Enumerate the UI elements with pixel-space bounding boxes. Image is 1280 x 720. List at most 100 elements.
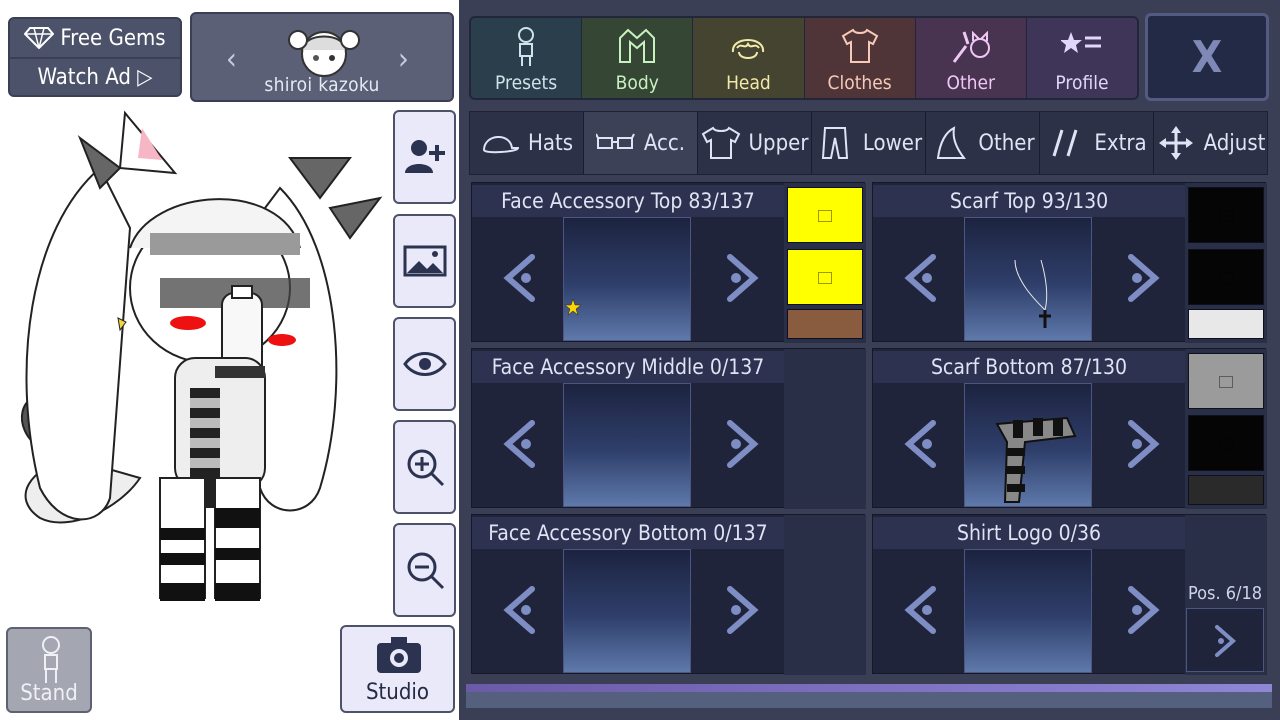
slot-title: Scarf Bottom 87/130 — [873, 351, 1185, 383]
slot-title: Scarf Top 93/130 — [873, 185, 1185, 217]
item-preview[interactable] — [964, 549, 1092, 673]
subtab-upper[interactable]: Upper — [698, 112, 812, 174]
prev-arrow-icon[interactable] — [490, 575, 550, 645]
subtab-label: Acc. — [643, 130, 686, 156]
studio-button[interactable]: Studio — [340, 625, 455, 713]
color-swatches — [784, 349, 866, 509]
slot-title: Face Accessory Top 83/137 — [472, 185, 784, 217]
position-label: Pos. 6/18 — [1188, 583, 1263, 604]
item-preview[interactable] — [964, 383, 1092, 507]
color-swatch-1[interactable] — [787, 187, 863, 243]
next-arrow-icon[interactable] — [1113, 575, 1173, 645]
sword-cat-icon — [952, 30, 990, 63]
tab-label: Body — [615, 72, 659, 94]
item-preview[interactable] — [563, 217, 691, 341]
slot-scarf-bottom: Scarf Bottom 87/130 — [872, 348, 1267, 509]
subcategory-tabs: Hats Acc. Upper Lower Other Extra Adjust — [469, 111, 1268, 175]
character-illustration — [21, 110, 383, 601]
slot-title: Shirt Logo 0/36 — [873, 517, 1185, 549]
hide-ui-button[interactable] — [393, 317, 456, 411]
character-name: shiroi kazoku — [264, 74, 380, 96]
color-swatch-2[interactable] — [1188, 415, 1264, 471]
shirt-icon — [841, 28, 878, 63]
tab-presets[interactable]: Presets — [471, 18, 583, 98]
next-arrow-icon[interactable] — [1113, 243, 1173, 313]
subtab-accessories[interactable]: Acc. — [584, 112, 698, 174]
item-preview[interactable] — [563, 549, 691, 673]
close-button[interactable]: X — [1145, 13, 1269, 101]
subtab-lower[interactable]: Lower — [812, 112, 926, 174]
prev-arrow-icon[interactable] — [891, 409, 951, 479]
next-arrow-icon[interactable] — [712, 409, 772, 479]
color-swatch-2[interactable] — [787, 249, 863, 305]
item-preview[interactable] — [964, 217, 1092, 341]
stand-button[interactable]: Stand — [6, 627, 92, 713]
color-swatches — [784, 183, 866, 343]
cross-necklace-icon — [1014, 259, 1051, 328]
tab-clothes[interactable]: Clothes — [804, 18, 916, 98]
prev-arrow-icon[interactable] — [891, 575, 951, 645]
position-next-button[interactable] — [1186, 608, 1264, 672]
tab-body[interactable]: Body — [582, 18, 694, 98]
hair-icon — [732, 39, 765, 59]
chevron-right-icon[interactable]: › — [398, 42, 409, 77]
color-swatch-3[interactable] — [1188, 475, 1264, 505]
slot-title: Face Accessory Bottom 0/137 — [472, 517, 784, 549]
color-swatches — [1185, 183, 1267, 343]
subtab-label: Extra — [1094, 130, 1147, 156]
panel-footer — [466, 692, 1272, 708]
presets-icon — [518, 27, 535, 66]
chevron-right-icon — [1215, 625, 1237, 657]
zoom-in-button[interactable] — [393, 420, 456, 514]
diamond-icon — [24, 27, 55, 49]
subtab-label: Other — [978, 130, 1035, 156]
subtab-hats[interactable]: Hats — [470, 112, 584, 174]
watch-ad-label: Watch Ad ▷ — [37, 64, 153, 90]
jacket-icon — [619, 28, 656, 63]
subtab-other[interactable]: Other — [926, 112, 1040, 174]
next-arrow-icon[interactable] — [712, 575, 772, 645]
prev-arrow-icon[interactable] — [891, 243, 951, 313]
add-user-icon — [404, 140, 445, 173]
subtab-adjust[interactable]: Adjust — [1154, 112, 1267, 174]
fin-icon — [937, 126, 967, 159]
color-swatch-3[interactable] — [787, 309, 863, 339]
glasses-icon — [595, 133, 635, 149]
watch-ad-button[interactable]: Watch Ad ▷ — [10, 57, 180, 95]
prev-arrow-icon[interactable] — [490, 409, 550, 479]
add-character-button[interactable] — [393, 110, 456, 204]
zoom-out-button[interactable] — [393, 523, 456, 617]
cap-icon — [482, 136, 519, 154]
pants-icon — [821, 127, 848, 159]
color-swatch-2[interactable] — [1188, 249, 1264, 305]
stand-label: Stand — [20, 681, 78, 706]
star-item-icon — [564, 298, 582, 316]
subtab-label: Upper — [748, 130, 809, 156]
tab-other[interactable]: Other — [915, 18, 1027, 98]
stand-pose-icon — [42, 636, 60, 683]
character-selector: ‹ › shiroi kazoku — [190, 12, 454, 102]
chevron-left-icon[interactable]: ‹ — [226, 42, 237, 77]
free-gems-button[interactable]: Free Gems — [10, 19, 180, 57]
slot-face-accessory-bottom: Face Accessory Bottom 0/137 — [471, 514, 866, 675]
slot-scarf-top: Scarf Top 93/130 — [872, 182, 1267, 343]
color-swatch-1[interactable] — [1188, 353, 1264, 409]
tab-head[interactable]: Head — [693, 18, 805, 98]
prev-arrow-icon[interactable] — [490, 243, 550, 313]
subtab-label: Hats — [527, 130, 574, 156]
tab-label: Head — [726, 72, 771, 94]
background-button[interactable] — [393, 214, 456, 308]
tab-profile[interactable]: Profile — [1026, 18, 1137, 98]
eye-icon — [402, 352, 447, 376]
color-swatch-3[interactable] — [1188, 309, 1264, 339]
color-swatch-1[interactable] — [1188, 187, 1264, 243]
tshirt-icon — [701, 126, 740, 159]
next-arrow-icon[interactable] — [712, 243, 772, 313]
item-preview[interactable] — [563, 383, 691, 507]
next-arrow-icon[interactable] — [1113, 409, 1173, 479]
category-tabs: Presets Body Head Clothes Other Profile — [469, 16, 1139, 100]
move-icon — [1158, 126, 1193, 160]
subtab-label: Adjust — [1203, 130, 1266, 156]
striped-scarf-icon — [995, 416, 1077, 503]
subtab-extra[interactable]: Extra — [1040, 112, 1154, 174]
